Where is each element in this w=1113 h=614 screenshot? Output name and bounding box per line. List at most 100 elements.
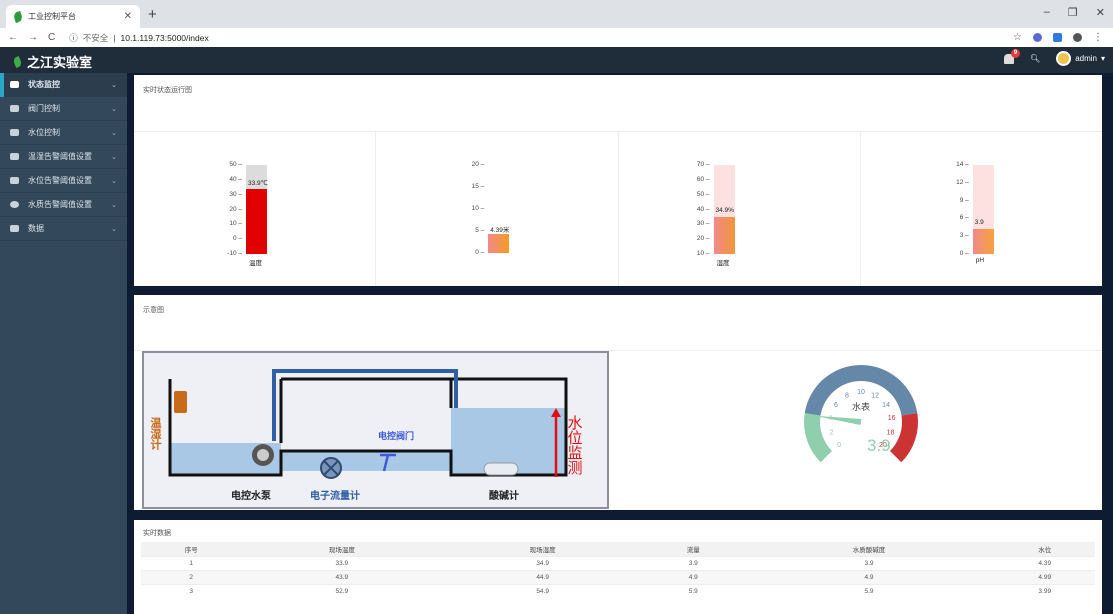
active-indicator bbox=[0, 73, 4, 97]
thermometer: 20 – 15 – 10 – 5 – 0 – 4.39米 bbox=[376, 132, 619, 286]
restore-icon[interactable]: ❐ bbox=[1068, 6, 1078, 19]
sidebar-item-status[interactable]: 状态监控 ⌄ bbox=[0, 73, 127, 97]
tick-label: 9 – bbox=[959, 196, 969, 204]
sidebar: 状态监控 ⌄ 阀门控制 ⌄ 水位控制 ⌄ 温湿告警阈值设置 ⌄ 水位告警阈值设置 ⌄ 水质… bbox=[0, 73, 127, 614]
tab-title: 工业控制平台 bbox=[28, 12, 76, 21]
thermometer-fill bbox=[972, 229, 994, 254]
table-header-cell: 序号 bbox=[141, 542, 242, 556]
gauge-tick-label: 2 bbox=[830, 430, 834, 437]
forward-icon[interactable]: → bbox=[28, 32, 38, 43]
table-header-cell: 现场温度 bbox=[241, 542, 443, 556]
data-table: 序号 现场温度 现场湿度 流量 水质酸碱度 水位 1 33.9 34.9 3.9 3.9 4.39 2… bbox=[141, 542, 1095, 598]
tick-label: 30 – bbox=[696, 220, 710, 228]
logo-icon bbox=[12, 55, 23, 68]
thermo-label: 温湿计 bbox=[149, 416, 162, 451]
tick-label: 20 – bbox=[471, 161, 485, 168]
back-icon[interactable]: ← bbox=[8, 32, 18, 43]
profile-icon[interactable] bbox=[1073, 33, 1082, 42]
gauge-tick-label: 14 bbox=[882, 402, 890, 409]
sidebar-item-quality-alarm[interactable]: 水质告警阈值设置 ⌄ bbox=[0, 193, 127, 217]
sidebar-item-label: 阀门控制 bbox=[28, 104, 60, 113]
table-cell: 4.9 bbox=[643, 569, 744, 584]
reload-icon[interactable]: C bbox=[48, 32, 55, 43]
gauge-svg: 02468101214161820水表3.9 bbox=[804, 364, 918, 463]
url-text: 10.1.119.73:5000/index bbox=[120, 32, 209, 43]
thermometer-tube bbox=[488, 165, 510, 253]
table-cell: 54.9 bbox=[442, 583, 644, 598]
sidebar-item-label: 温湿告警阈值设置 bbox=[28, 152, 92, 161]
valve-label: 电控阀门 bbox=[378, 430, 414, 441]
avatar bbox=[1056, 51, 1072, 66]
value-label: 3.9 bbox=[974, 219, 984, 227]
value-label: 4.39米 bbox=[490, 226, 510, 234]
tick-label: 15 – bbox=[471, 183, 485, 190]
chevron-down-icon: ⌄ bbox=[111, 201, 117, 209]
info-icon: ⓘ bbox=[69, 32, 78, 43]
tick-label: 5 – bbox=[475, 227, 485, 234]
ph-meter-icon bbox=[483, 462, 519, 476]
sidebar-item-valve[interactable]: 阀门控制 ⌄ bbox=[0, 97, 127, 121]
tick-label: 50 – bbox=[229, 161, 242, 168]
gauge-tick-label: 0 bbox=[837, 442, 841, 449]
favicon-icon bbox=[12, 10, 24, 23]
panel-title: 实时状态运行图 bbox=[143, 87, 192, 94]
browser-tab-bar: 工业控制平台 ✕ + – ❐ ✕ bbox=[0, 0, 1113, 28]
browser-tab[interactable]: 工业控制平台 ✕ bbox=[6, 5, 140, 28]
chevron-down-icon: ⌄ bbox=[111, 105, 117, 113]
table-cell: 5.9 bbox=[643, 583, 744, 598]
search-icon[interactable]: 🔍︎ bbox=[1030, 54, 1040, 63]
sidebar-item-label: 水质告警阈值设置 bbox=[28, 200, 92, 209]
sidebar-item-temp-alarm[interactable]: 温湿告警阈值设置 ⌄ bbox=[0, 145, 127, 169]
sidebar-item-label: 水位控制 bbox=[28, 128, 60, 137]
table-header-row: 序号 现场温度 现场湿度 流量 水质酸碱度 水位 bbox=[141, 542, 1095, 556]
new-tab-icon[interactable]: + bbox=[148, 6, 157, 23]
window-controls: – ❐ ✕ bbox=[1044, 6, 1105, 19]
table-cell: 52.9 bbox=[241, 583, 443, 598]
extension-icon[interactable] bbox=[1033, 33, 1042, 42]
gauge-tick-label: 16 bbox=[888, 415, 896, 422]
table-body: 1 33.9 34.9 3.9 3.9 4.39 2 43.9 44.9 4.9 4.9 4.99 3 5… bbox=[141, 555, 1095, 598]
tick-label: 70 – bbox=[696, 161, 710, 168]
chevron-down-icon: ⌄ bbox=[111, 177, 117, 185]
minimize-icon[interactable]: – bbox=[1044, 6, 1050, 19]
panel-title: 实时数据 bbox=[143, 530, 171, 537]
tick-label: 30 – bbox=[229, 190, 242, 198]
sidebar-item-water-level[interactable]: 水位控制 ⌄ bbox=[0, 121, 127, 145]
notification-count: 9 bbox=[1011, 48, 1021, 58]
address-bar: ← → C ⓘ 不安全 | 10.1.119.73:5000/index ☆ ⋮ bbox=[0, 28, 1113, 47]
tick-label: 10 – bbox=[471, 205, 485, 212]
gauge-tick-label: 12 bbox=[871, 392, 879, 399]
table-cell: 3.9 bbox=[743, 555, 995, 570]
brand[interactable]: 之江实验室 bbox=[12, 52, 92, 71]
chevron-down-icon: ⌄ bbox=[111, 153, 117, 161]
image-icon bbox=[10, 153, 19, 160]
chevron-down-icon: ⌄ bbox=[111, 225, 117, 233]
thermometer: 50 – 40 – 30 – 20 – 10 – 0 – -10 – 33.9℃ 温度 bbox=[134, 132, 377, 286]
gauge-tick-label: 10 bbox=[857, 389, 865, 396]
table-cell: 43.9 bbox=[241, 569, 443, 584]
top-navbar: 之江实验室 9 🔍︎ admin ▾ bbox=[0, 47, 1113, 73]
status-panel: 实时状态运行图 50 – 40 – 30 – 20 – 10 – 0 – -10 – 33.9… bbox=[134, 75, 1102, 286]
tick-label: 40 – bbox=[696, 205, 710, 213]
sidebar-item-label: 数据 bbox=[28, 224, 44, 233]
sidebar-item-level-alarm[interactable]: 水位告警阈值设置 ⌄ bbox=[0, 169, 127, 193]
thermometer-name: 温度 bbox=[249, 260, 262, 267]
sidebar-item-label: 水位告警阈值设置 bbox=[28, 176, 92, 185]
notification-bell-icon[interactable]: 9 bbox=[1004, 48, 1021, 64]
sidebar-item-data[interactable]: 数据 ⌄ bbox=[0, 217, 127, 241]
tick-label: 3 – bbox=[959, 232, 969, 240]
film-icon bbox=[10, 177, 19, 184]
chevron-down-icon: ⌄ bbox=[111, 129, 117, 137]
close-tab-icon[interactable]: ✕ bbox=[124, 11, 132, 22]
star-icon[interactable]: ☆ bbox=[1013, 32, 1022, 43]
table-cell: 4.99 bbox=[994, 569, 1095, 584]
flowmeter-label: 电子流量计 bbox=[310, 489, 360, 502]
return-pipe bbox=[272, 369, 458, 441]
menu-icon[interactable]: ⋮ bbox=[1093, 32, 1103, 43]
extension-icon[interactable] bbox=[1053, 33, 1062, 42]
gauge-needle bbox=[814, 415, 862, 425]
close-window-icon[interactable]: ✕ bbox=[1096, 6, 1105, 19]
sidebar-item-label: 状态监控 bbox=[28, 80, 60, 89]
url-field[interactable]: ⓘ 不安全 | 10.1.119.73:5000/index bbox=[69, 32, 208, 44]
user-menu[interactable]: admin ▾ bbox=[1056, 51, 1105, 66]
